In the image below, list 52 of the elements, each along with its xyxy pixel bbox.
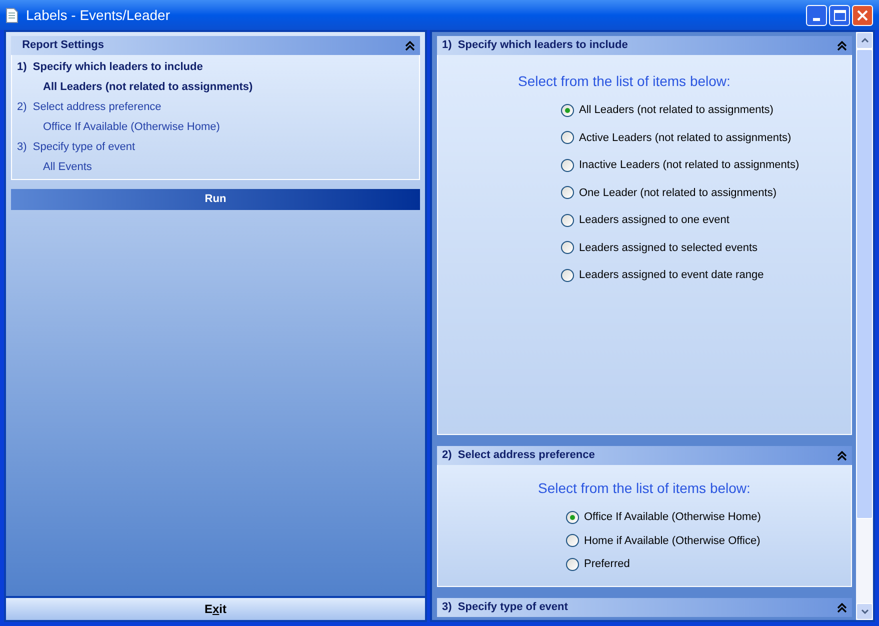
option-label[interactable]: One Leader (not related to assignments) bbox=[579, 184, 777, 201]
option-label[interactable]: Preferred bbox=[584, 556, 630, 572]
collapse-icon[interactable] bbox=[837, 40, 847, 50]
section-title: 1) Specify which leaders to include bbox=[442, 38, 628, 54]
collapse-icon[interactable] bbox=[837, 602, 847, 612]
option-label[interactable]: Office If Available (Otherwise Home) bbox=[584, 509, 761, 526]
radio-button[interactable] bbox=[561, 186, 574, 200]
section-header[interactable]: 3) Specify type of event bbox=[437, 598, 852, 617]
collapse-icon[interactable] bbox=[837, 450, 847, 460]
section-header[interactable]: 1) Specify which leaders to include bbox=[437, 36, 852, 55]
radio-button[interactable] bbox=[561, 214, 574, 227]
radio-button[interactable] bbox=[566, 534, 579, 548]
step-title[interactable]: 1) Specify which leaders to include bbox=[12, 57, 419, 77]
close-icon[interactable] bbox=[857, 10, 868, 20]
scrollbar[interactable] bbox=[856, 32, 873, 620]
step-title[interactable]: 2) Select address preference bbox=[12, 97, 419, 117]
scroll-down-icon[interactable] bbox=[856, 603, 873, 620]
step-title[interactable]: 3) Specify type of event bbox=[12, 137, 419, 157]
minimize-button[interactable] bbox=[806, 4, 827, 26]
collapse-icon[interactable] bbox=[405, 40, 415, 50]
prompt-text: Select from the list of items below: bbox=[517, 72, 732, 91]
window-title: Labels - Events/Leader bbox=[26, 6, 170, 24]
section-title: Report Settings bbox=[21, 38, 104, 54]
section-title: 3) Specify type of event bbox=[442, 600, 568, 616]
radio-button[interactable] bbox=[561, 158, 574, 172]
exit-button[interactable]: Exit bbox=[6, 596, 425, 620]
document-icon bbox=[6, 8, 18, 22]
step-value: Office If Available (Otherwise Home) bbox=[42, 120, 221, 135]
section-title: 2) Select address preference bbox=[442, 448, 595, 464]
option-label[interactable]: Inactive Leaders (not related to assignments) bbox=[579, 157, 800, 174]
option-label[interactable]: All Leaders (not related to assignments) bbox=[579, 102, 774, 118]
scroll-thumb[interactable] bbox=[856, 49, 873, 519]
radio-button[interactable] bbox=[566, 558, 579, 571]
radio-button[interactable] bbox=[566, 510, 579, 524]
radio-button[interactable] bbox=[561, 104, 574, 117]
section-header[interactable]: Report Settings bbox=[11, 36, 420, 55]
close-button[interactable] bbox=[852, 4, 873, 26]
maximize-button[interactable] bbox=[829, 4, 850, 26]
radio-button[interactable] bbox=[561, 268, 574, 282]
run-button[interactable]: Run bbox=[11, 189, 420, 210]
option-label[interactable]: Home if Available (Otherwise Office) bbox=[584, 532, 760, 549]
step-value: All Leaders (not related to assignments) bbox=[42, 80, 254, 95]
option-label[interactable]: Leaders assigned to selected events bbox=[579, 240, 758, 256]
option-label[interactable]: Leaders assigned to event date range bbox=[579, 267, 764, 284]
option-label[interactable]: Active Leaders (not related to assignments) bbox=[579, 130, 792, 146]
prompt-text: Select from the list of items below: bbox=[537, 479, 752, 498]
option-label[interactable]: Leaders assigned to one event bbox=[579, 212, 730, 228]
radio-button[interactable] bbox=[561, 131, 574, 144]
section-header[interactable]: 2) Select address preference bbox=[437, 446, 852, 465]
scroll-up-icon[interactable] bbox=[856, 32, 873, 49]
step-value: All Events bbox=[42, 160, 93, 175]
radio-button[interactable] bbox=[561, 241, 574, 254]
